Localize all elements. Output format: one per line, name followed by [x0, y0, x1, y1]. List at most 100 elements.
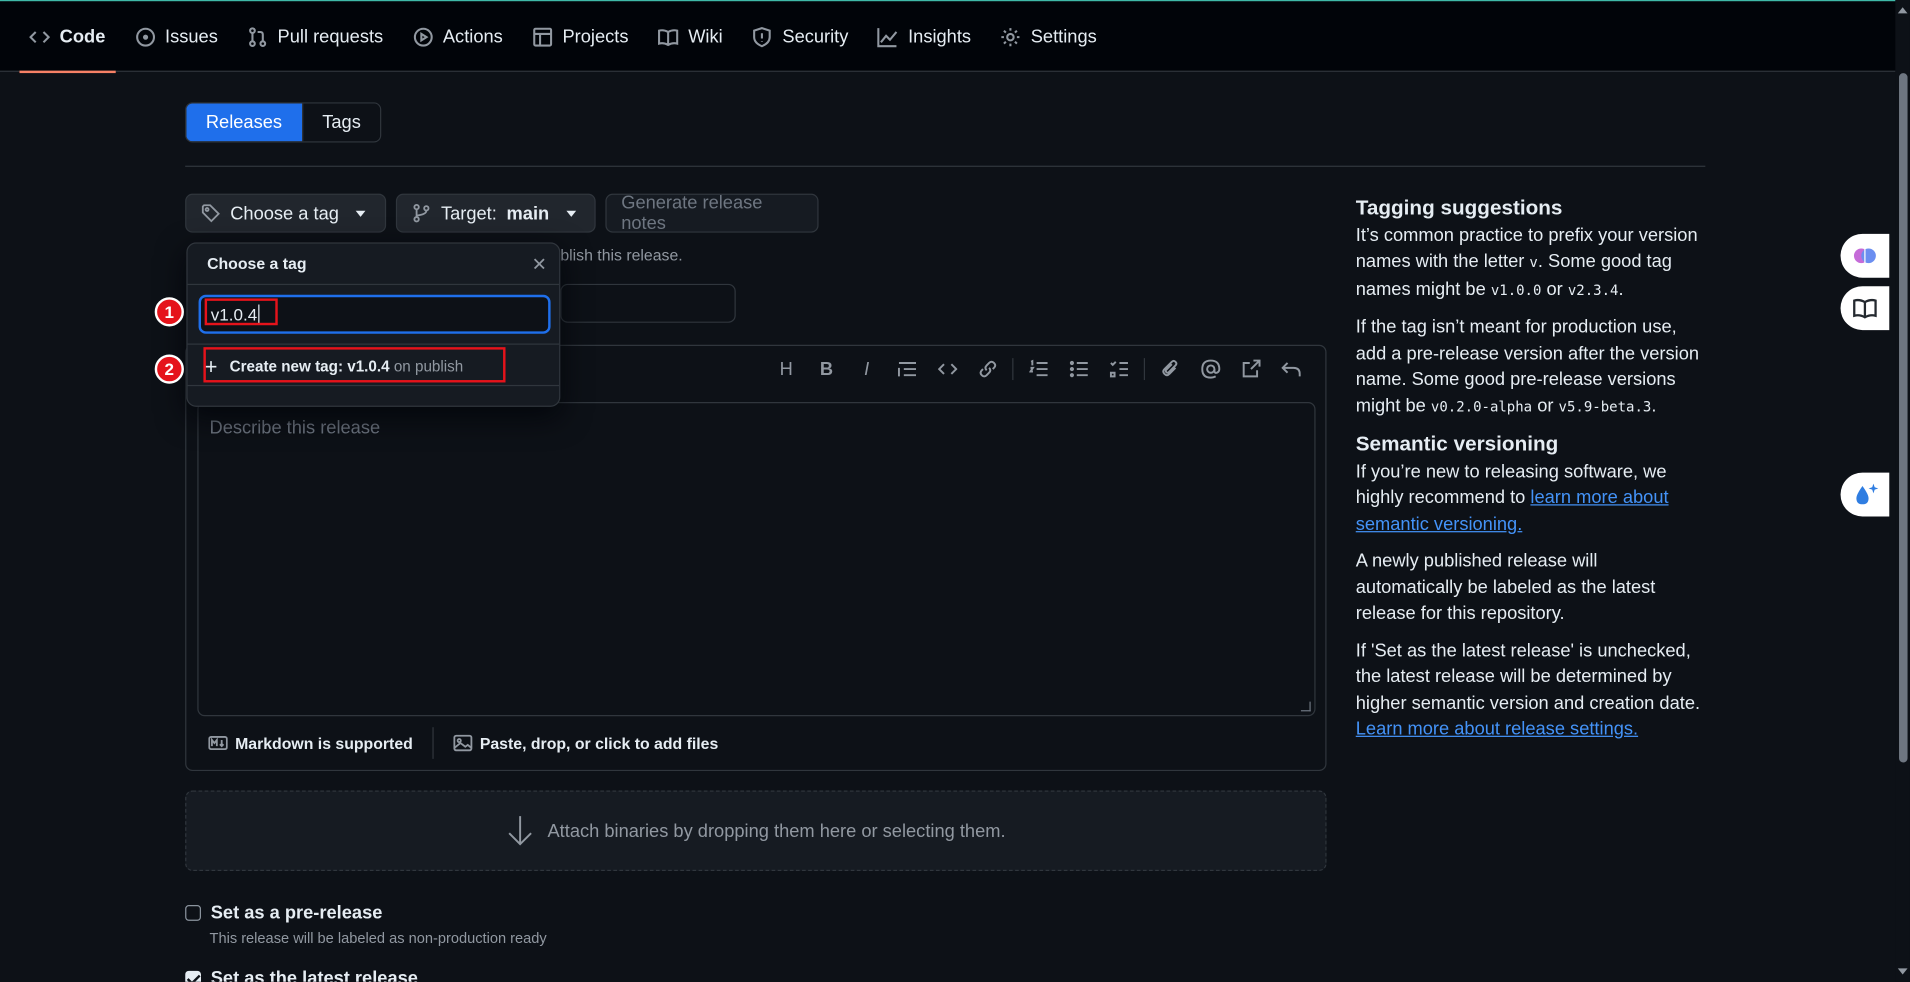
book-icon — [1853, 298, 1877, 319]
tags-tab[interactable]: Tags — [301, 103, 381, 142]
sparkle-extension-button[interactable] — [1840, 472, 1890, 517]
tab-projects-label: Projects — [562, 26, 629, 47]
release-settings-link[interactable]: Learn more about release settings. — [1356, 719, 1638, 740]
scroll-up-icon[interactable] — [1897, 7, 1908, 14]
brain-extension-button[interactable] — [1840, 233, 1890, 278]
shield-icon — [753, 26, 772, 47]
graph-icon — [877, 27, 898, 47]
dropdown-title: Choose a tag — [207, 254, 307, 273]
tab-actions[interactable]: Actions — [403, 1, 513, 72]
dropdown-divider — [187, 384, 560, 387]
repo-nav-bar: Code Issues Pull requests Actions Projec… — [0, 0, 1896, 74]
release-description-editor: H B I Describe this release Markdown is … — [185, 344, 1327, 772]
tab-security[interactable]: Security — [742, 1, 858, 72]
play-icon — [413, 27, 433, 46]
footer-divider — [432, 727, 434, 759]
chevron-down-icon — [566, 210, 577, 217]
releases-tags-switch: Releases Tags — [185, 102, 382, 143]
target-branch-button[interactable]: Target: main — [395, 193, 596, 233]
choose-tag-button[interactable]: Choose a tag — [185, 193, 387, 233]
tab-insights[interactable]: Insights — [868, 1, 981, 72]
sparkle-drop-icon — [1856, 483, 1879, 505]
markdown-toolbar: H B I — [766, 346, 1325, 392]
scroll-down-icon[interactable] — [1897, 968, 1908, 975]
semver-paragraph-1: If you’re new to releasing software, we … — [1355, 461, 1669, 535]
editor-footer: Markdown is supported Paste, drop, or cl… — [186, 716, 1325, 770]
prerelease-option[interactable]: Set as a pre-release — [185, 902, 383, 924]
tab-wiki-label: Wiki — [688, 26, 723, 47]
reader-extension-button[interactable] — [1840, 286, 1890, 331]
arrow-down-icon — [509, 816, 533, 846]
tagging-paragraph-2: If the tag isn’t meant for production us… — [1355, 316, 1700, 416]
table-icon — [532, 27, 552, 46]
tagging-suggestions-title: Tagging suggestions — [1355, 196, 1563, 220]
ordered-list-icon[interactable] — [1018, 351, 1058, 388]
paperclip-icon[interactable] — [1150, 351, 1190, 388]
releases-tab[interactable]: Releases — [186, 103, 302, 142]
unordered-list-icon[interactable] — [1059, 351, 1099, 388]
close-icon[interactable]: ✕ — [532, 253, 547, 275]
tab-wiki[interactable]: Wiki — [648, 1, 732, 72]
scrollbar-thumb[interactable] — [1899, 73, 1908, 763]
branch-icon — [413, 203, 430, 223]
dropdown-divider — [187, 343, 560, 345]
annotation-box-1 — [204, 298, 278, 326]
semver-paragraph-2: A newly published release will automatic… — [1355, 550, 1656, 624]
prerelease-checkbox[interactable] — [185, 905, 201, 921]
image-icon — [453, 734, 473, 752]
tab-security-label: Security — [782, 26, 849, 47]
generate-release-notes-label: Generate release notes — [621, 192, 763, 234]
link-icon[interactable] — [967, 351, 1007, 388]
annotation-box-2 — [203, 347, 506, 383]
mention-icon[interactable] — [1190, 351, 1230, 388]
heading-icon[interactable]: H — [766, 351, 806, 388]
cross-reference-icon[interactable] — [1230, 351, 1270, 388]
annotation-marker-2: 2 — [154, 354, 184, 384]
latest-release-checkbox[interactable] — [185, 970, 201, 982]
pull-request-icon — [248, 26, 266, 47]
tag-icon — [201, 204, 220, 223]
chevron-down-icon — [355, 210, 366, 217]
toolbar-divider — [1143, 358, 1146, 381]
latest-release-option[interactable]: Set as the latest release — [185, 968, 418, 982]
resize-handle[interactable] — [1300, 701, 1311, 712]
undo-icon[interactable] — [1270, 351, 1310, 388]
semantic-versioning-title: Semantic versioning — [1355, 432, 1559, 456]
annotation-marker-1: 1 — [154, 297, 184, 327]
bold-icon[interactable]: B — [806, 351, 846, 388]
tab-projects[interactable]: Projects — [522, 1, 638, 72]
code-icon — [29, 30, 50, 43]
semver-paragraph-3: If 'Set as the latest release' is unchec… — [1355, 640, 1701, 740]
gear-icon — [1001, 27, 1020, 46]
markdown-supported-link[interactable]: Markdown is supported — [208, 733, 413, 752]
code-icon[interactable] — [927, 351, 967, 388]
tab-insights-label: Insights — [908, 26, 972, 47]
add-files-button[interactable]: Paste, drop, or click to add files — [453, 733, 718, 752]
tab-code-label: Code — [59, 26, 106, 47]
tag-hint-text: blish this release. — [560, 246, 683, 265]
tab-issues[interactable]: Issues — [125, 1, 228, 72]
tab-settings-label: Settings — [1030, 26, 1097, 47]
tab-pull-requests-label: Pull requests — [277, 26, 384, 47]
page-scrollbar[interactable] — [1895, 0, 1910, 982]
quote-icon[interactable] — [887, 351, 927, 388]
italic-icon[interactable]: I — [847, 351, 887, 388]
describe-release-textarea[interactable]: Describe this release — [197, 401, 1316, 717]
tab-pull-requests[interactable]: Pull requests — [237, 1, 393, 72]
attach-binaries-dropzone[interactable]: Attach binaries by dropping them here or… — [185, 790, 1327, 871]
tab-settings[interactable]: Settings — [991, 1, 1107, 72]
markdown-supported-label: Markdown is supported — [235, 733, 413, 753]
target-label: Target: — [440, 202, 497, 224]
generate-release-notes-button[interactable]: Generate release notes — [605, 192, 819, 234]
prerelease-description: This release will be labeled as non-prod… — [209, 929, 547, 947]
attach-binaries-label: Attach binaries by dropping them here or… — [547, 820, 1006, 842]
dropdown-header: Choose a tag ✕ — [187, 244, 560, 286]
release-title-input[interactable] — [560, 283, 736, 323]
markdown-icon — [208, 736, 228, 751]
add-files-label: Paste, drop, or click to add files — [479, 733, 719, 753]
task-list-icon[interactable] — [1099, 351, 1139, 388]
tagging-sidebar: Tagging suggestions It’s common practice… — [1356, 195, 1709, 753]
prerelease-label: Set as a pre-release — [210, 902, 383, 924]
choose-tag-label: Choose a tag — [230, 202, 339, 224]
tab-code[interactable]: Code — [19, 1, 115, 74]
